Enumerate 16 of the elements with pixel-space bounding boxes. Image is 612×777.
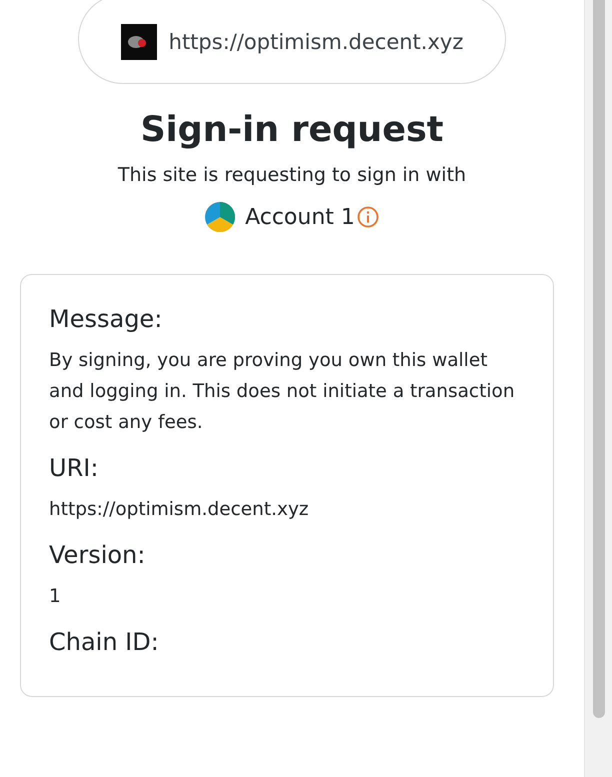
field-value: By signing, you are proving you own this wallet and logging in. This does not initiate a transaction or cost any fees.: [49, 349, 516, 435]
info-icon[interactable]: [356, 206, 379, 228]
field-label: Version:: [49, 541, 146, 569]
request-subtitle: This site is requesting to sign in with: [118, 164, 466, 186]
field-value: 1: [49, 585, 62, 609]
account-avatar-icon: [205, 202, 236, 232]
account-name: Account 1: [245, 204, 355, 230]
field-value: https://optimism.decent.xyz: [49, 498, 310, 522]
page-title: Sign-in request: [140, 110, 444, 150]
field-label: URI:: [49, 454, 100, 482]
scrollbar-track[interactable]: [584, 0, 612, 777]
field-label: Message:: [49, 305, 164, 333]
scrollbar-thumb[interactable]: [592, 0, 604, 718]
site-url: https://optimism.decent.xyz: [168, 30, 464, 54]
field-label: Chain ID:: [49, 628, 160, 656]
site-logo-icon: [120, 24, 157, 60]
